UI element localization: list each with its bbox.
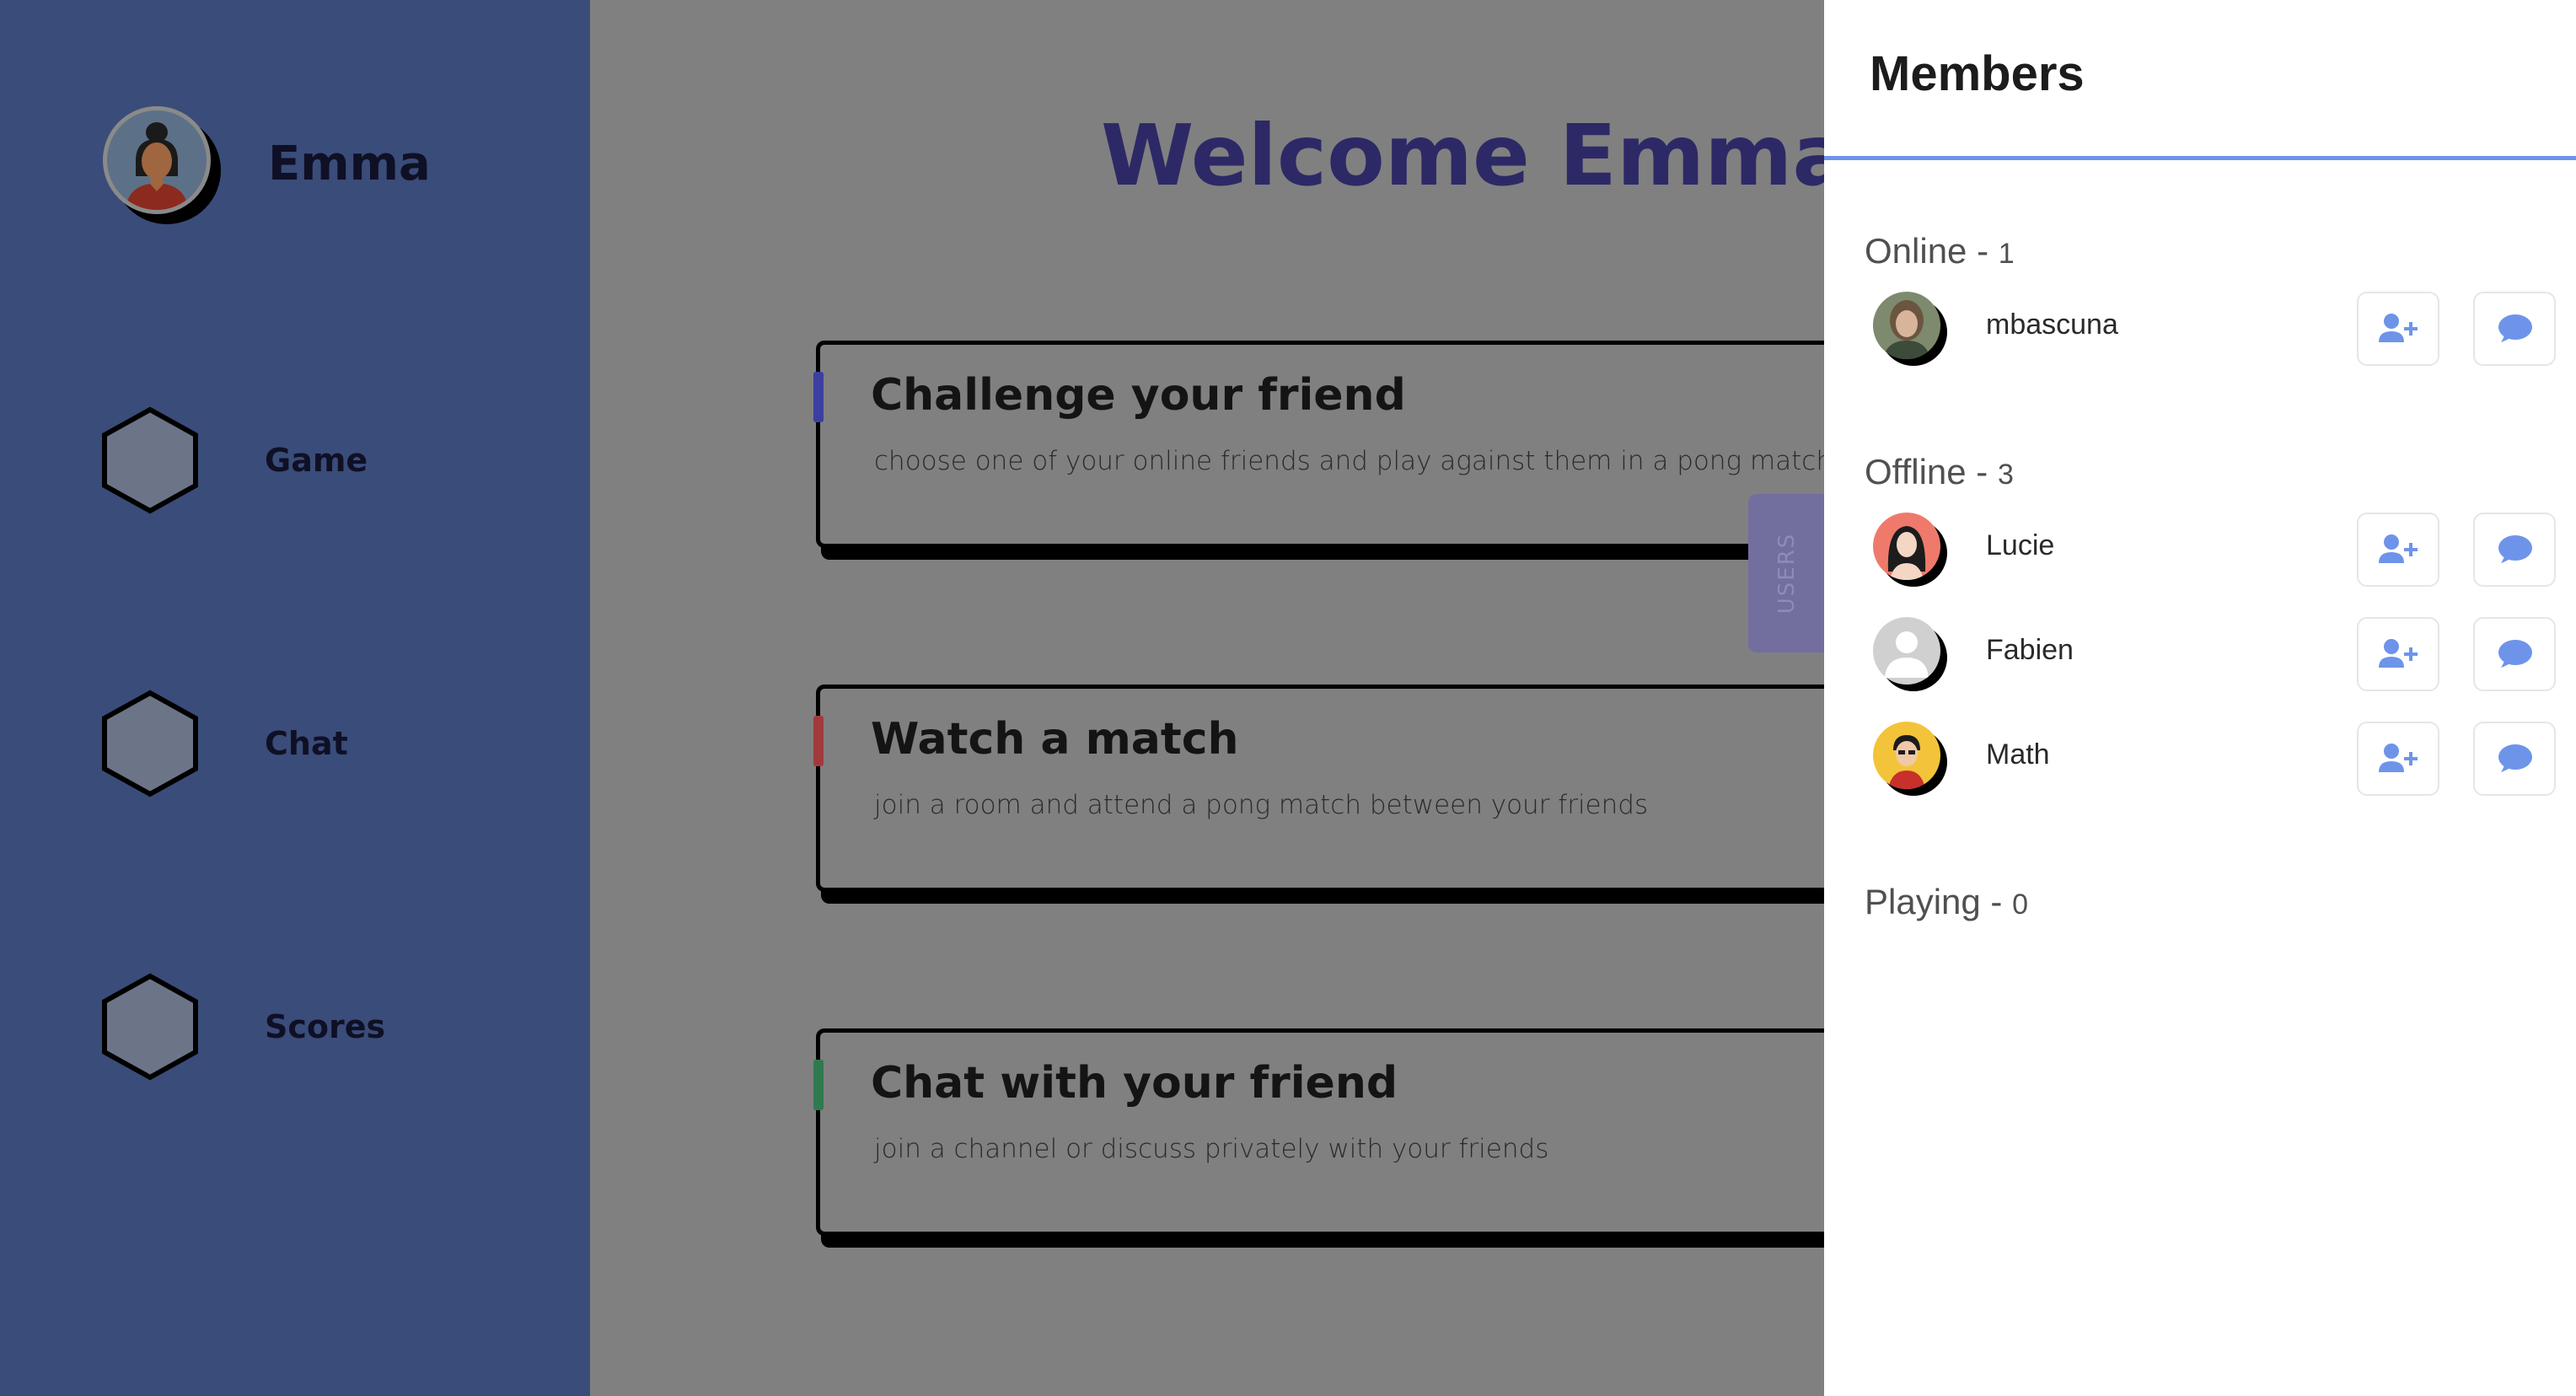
card-accent bbox=[813, 372, 824, 422]
welcome-heading: Welcome Emma bbox=[1101, 106, 1824, 205]
nav-label-scores: Scores bbox=[265, 1008, 386, 1045]
member-avatar bbox=[1873, 513, 1947, 587]
message-button[interactable] bbox=[2473, 513, 2556, 587]
online-count: 1 bbox=[1998, 238, 2015, 270]
playing-label: Playing - bbox=[1865, 882, 2013, 921]
offline-label: Offline - bbox=[1865, 452, 1998, 491]
user-name: Emma bbox=[268, 136, 431, 191]
users-toggle-tab[interactable]: USERS bbox=[1748, 494, 1824, 652]
card-title: Chat with your friend bbox=[871, 1058, 1398, 1109]
online-label: Online - bbox=[1865, 231, 1999, 271]
member-avatar bbox=[1873, 617, 1947, 691]
main-content: Welcome Emma Challenge your friend choos… bbox=[590, 0, 1824, 1396]
user-plus-icon bbox=[2379, 639, 2418, 668]
chat-bubble-icon bbox=[2498, 640, 2532, 668]
member-avatar bbox=[1873, 292, 1947, 366]
card-accent bbox=[813, 716, 824, 766]
card-watch-match[interactable]: Watch a match join a room and attend a p… bbox=[813, 685, 1824, 892]
member-name: Lucie bbox=[1986, 529, 2055, 561]
members-title: Members bbox=[1870, 46, 2085, 101]
card-accent bbox=[813, 1060, 824, 1110]
message-button[interactable] bbox=[2473, 722, 2556, 796]
member-row: mbascuna bbox=[1873, 292, 2564, 373]
add-friend-button[interactable] bbox=[2357, 292, 2439, 366]
card-description: join a channel or discuss privately with… bbox=[874, 1134, 1549, 1164]
offline-section-title: Offline - 3 bbox=[1865, 452, 2014, 492]
playing-section-title: Playing - 0 bbox=[1865, 882, 2028, 922]
sidebar: Emma Game Chat Scores bbox=[0, 0, 590, 1396]
card-title: Challenge your friend bbox=[871, 370, 1406, 421]
members-panel: Members Online - 1 mbascuna Offline - 3 … bbox=[1824, 0, 2576, 1396]
chat-bubble-icon bbox=[2498, 535, 2532, 563]
card-chat-friend[interactable]: Chat with your friend join a channel or … bbox=[813, 1028, 1824, 1236]
card-description: choose one of your online friends and pl… bbox=[874, 446, 1824, 476]
profile-link[interactable]: Emma bbox=[103, 106, 431, 224]
add-friend-button[interactable] bbox=[2357, 513, 2439, 587]
user-plus-icon bbox=[2379, 744, 2418, 772]
playing-count: 0 bbox=[2012, 889, 2028, 921]
hexagon-icon bbox=[102, 406, 198, 514]
nav-item-game[interactable]: Game bbox=[101, 406, 368, 514]
hexagon-icon bbox=[102, 973, 198, 1081]
hexagon-icon bbox=[102, 690, 198, 797]
nav-label-game: Game bbox=[265, 442, 368, 479]
user-plus-icon bbox=[2379, 314, 2418, 342]
message-button[interactable] bbox=[2473, 617, 2556, 691]
add-friend-button[interactable] bbox=[2357, 617, 2439, 691]
member-avatar bbox=[1873, 722, 1947, 796]
member-name: Fabien bbox=[1986, 634, 2074, 666]
avatar bbox=[103, 106, 221, 224]
member-name: Math bbox=[1986, 738, 2050, 770]
card-description: join a room and attend a pong match betw… bbox=[874, 790, 1649, 820]
card-challenge-friend[interactable]: Challenge your friend choose one of your… bbox=[813, 341, 1824, 548]
nav-label-chat: Chat bbox=[265, 725, 348, 762]
chat-bubble-icon bbox=[2498, 314, 2532, 342]
member-row: Fabien bbox=[1873, 617, 2564, 698]
card-title: Watch a match bbox=[871, 714, 1239, 765]
add-friend-button[interactable] bbox=[2357, 722, 2439, 796]
online-section-title: Online - 1 bbox=[1865, 231, 2015, 271]
member-row: Lucie bbox=[1873, 513, 2564, 593]
members-header: Members bbox=[1824, 0, 2576, 160]
nav-item-scores[interactable]: Scores bbox=[101, 973, 385, 1081]
nav-item-chat[interactable]: Chat bbox=[101, 690, 348, 797]
offline-count: 3 bbox=[1997, 459, 2014, 491]
chat-bubble-icon bbox=[2498, 744, 2532, 772]
member-row: Math bbox=[1873, 722, 2564, 803]
member-name: mbascuna bbox=[1986, 309, 2118, 341]
user-plus-icon bbox=[2379, 534, 2418, 563]
users-tab-label: USERS bbox=[1774, 532, 1800, 615]
message-button[interactable] bbox=[2473, 292, 2556, 366]
